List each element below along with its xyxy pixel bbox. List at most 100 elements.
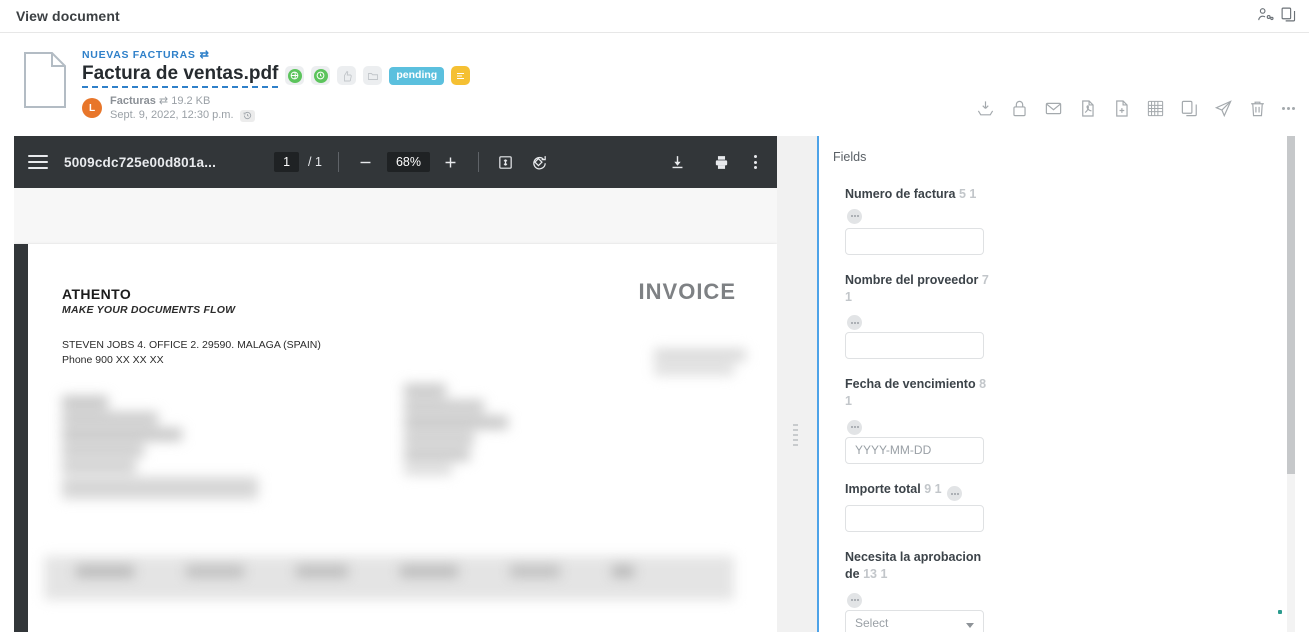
page-number-input[interactable]: 1 bbox=[274, 152, 299, 172]
clock-icon-dot bbox=[314, 69, 328, 83]
breadcrumb-label: NUEVAS FACTURAS bbox=[82, 49, 196, 62]
zoom-out-icon[interactable] bbox=[355, 151, 377, 173]
field-label-text: Importe total bbox=[845, 482, 921, 496]
download-icon[interactable] bbox=[976, 99, 995, 118]
swap-icon: ⇄ bbox=[200, 49, 210, 62]
fields-panel: Fields Numero de factura 5 1 Nombre del … bbox=[817, 136, 1309, 632]
resize-corner-indicator bbox=[1278, 610, 1282, 614]
swap-icon-2: ⇄ bbox=[159, 95, 168, 107]
field-input[interactable] bbox=[845, 505, 984, 532]
pdf-file-name: 5009cdc725e00d801a... bbox=[64, 155, 216, 170]
globe-icon-dot bbox=[288, 69, 302, 83]
lock-icon[interactable] bbox=[1010, 99, 1029, 118]
status-badge[interactable]: pending bbox=[389, 67, 444, 85]
group-label[interactable]: Facturas bbox=[110, 95, 156, 107]
document-toolbar bbox=[976, 99, 1295, 118]
panel-resize-handle[interactable] bbox=[777, 136, 817, 632]
more-vertical-icon[interactable] bbox=[754, 155, 757, 169]
copy-icon[interactable] bbox=[1180, 99, 1199, 118]
field-input[interactable] bbox=[845, 437, 984, 464]
field-nombre-del-proveedor: Nombre del proveedor 7 1 bbox=[833, 272, 1309, 360]
menu-icon[interactable] bbox=[28, 155, 48, 169]
document-title[interactable]: Factura de ventas.pdf bbox=[82, 63, 278, 88]
invoice-address-line1: STEVEN JOBS 4. OFFICE 2. 29590. MALAGA (… bbox=[62, 338, 321, 353]
page-title: View document bbox=[16, 8, 120, 24]
invoice-brand-name: ATHENTO bbox=[62, 286, 235, 302]
field-label: Numero de factura 5 1 bbox=[845, 186, 995, 224]
field-input[interactable] bbox=[845, 332, 984, 359]
thumbs-up-icon[interactable] bbox=[337, 66, 356, 85]
fields-panel-scrollbar[interactable] bbox=[1287, 136, 1295, 632]
page-total: / 1 bbox=[308, 155, 322, 169]
more-horizontal-icon[interactable] bbox=[1282, 107, 1295, 110]
page-separator: / bbox=[308, 155, 311, 169]
field-label-text: Nombre del proveedor bbox=[845, 273, 978, 287]
zoom-level[interactable]: 68% bbox=[387, 152, 430, 172]
invoice-heading: INVOICE bbox=[639, 279, 736, 305]
pdf-page: ATHENTO MAKE YOUR DOCUMENTS FLOW STEVEN … bbox=[14, 244, 777, 632]
print-icon[interactable] bbox=[710, 151, 732, 173]
divider-2 bbox=[478, 152, 479, 172]
fit-to-page-icon[interactable] bbox=[495, 151, 517, 173]
abacus-icon[interactable] bbox=[1146, 99, 1165, 118]
chevron-down-icon bbox=[966, 623, 974, 628]
field-necesita-la-aprobacion-de: Necesita la aprobacion de 13 1 Select bbox=[833, 549, 1309, 632]
rotate-icon[interactable] bbox=[529, 151, 551, 173]
clock-icon[interactable] bbox=[311, 66, 330, 85]
scrollbar-thumb[interactable] bbox=[1287, 136, 1295, 474]
globe-icon[interactable] bbox=[285, 66, 304, 85]
app-header: View document bbox=[0, 0, 1309, 33]
trash-icon[interactable] bbox=[1248, 99, 1267, 118]
breadcrumb[interactable]: NUEVAS FACTURAS ⇄ bbox=[82, 49, 1293, 62]
field-label: Fecha de vencimiento 8 1 bbox=[845, 376, 995, 410]
field-select-value: Select bbox=[855, 616, 888, 630]
invoice-brand: ATHENTO MAKE YOUR DOCUMENTS FLOW bbox=[62, 286, 235, 316]
field-index: 9 1 bbox=[924, 482, 941, 496]
user-settings-icon[interactable] bbox=[1257, 6, 1274, 23]
zoom-in-icon[interactable] bbox=[440, 151, 462, 173]
redacted-block-top-right bbox=[654, 349, 746, 375]
viewer-left-gutter bbox=[14, 244, 28, 632]
download-icon[interactable] bbox=[666, 151, 688, 173]
file-thumbnail-icon bbox=[22, 51, 68, 109]
redacted-table-cells bbox=[76, 566, 634, 577]
field-label: Nombre del proveedor 7 1 bbox=[845, 272, 995, 306]
history-icon[interactable] bbox=[240, 110, 255, 122]
document-title-row: Factura de ventas.pdf pending bbox=[82, 63, 1293, 88]
pdf-toolbar: 5009cdc725e00d801a... 1 / 1 68% bbox=[14, 136, 777, 188]
pdf-page-area[interactable]: ATHENTO MAKE YOUR DOCUMENTS FLOW STEVEN … bbox=[14, 188, 777, 632]
avatar[interactable]: L bbox=[82, 98, 102, 118]
ellipsis-icon[interactable] bbox=[947, 486, 962, 501]
ellipsis-icon[interactable] bbox=[847, 593, 862, 608]
resize-grip-icon bbox=[793, 424, 798, 446]
workspace: 5009cdc725e00d801a... 1 / 1 68% bbox=[0, 136, 1309, 632]
document-meta: NUEVAS FACTURAS ⇄ Factura de ventas.pdf bbox=[82, 47, 1293, 136]
field-label: Importe total 9 1 bbox=[845, 481, 995, 502]
field-input[interactable] bbox=[845, 228, 984, 255]
pdf-icon[interactable] bbox=[1078, 99, 1097, 118]
field-label: Necesita la aprobacion de 13 1 bbox=[845, 549, 995, 583]
divider bbox=[338, 152, 339, 172]
invoice-address-line2: Phone 900 XX XX XX bbox=[62, 353, 321, 368]
fields-panel-title: Fields bbox=[833, 150, 1309, 164]
header-actions bbox=[1257, 6, 1297, 23]
invoice-address: STEVEN JOBS 4. OFFICE 2. 29590. MALAGA (… bbox=[62, 338, 321, 368]
page-total-value: 1 bbox=[315, 155, 322, 169]
copy-icon[interactable] bbox=[1280, 6, 1297, 23]
field-label-text: Numero de factura bbox=[845, 187, 955, 201]
ellipsis-icon[interactable] bbox=[847, 209, 862, 224]
ellipsis-icon[interactable] bbox=[847, 420, 862, 435]
field-importe-total: Importe total 9 1 bbox=[833, 481, 1309, 533]
field-select[interactable]: Select bbox=[845, 610, 984, 632]
ellipsis-icon[interactable] bbox=[847, 315, 862, 330]
fields-body: Fields Numero de factura 5 1 Nombre del … bbox=[819, 136, 1309, 632]
page-top-strip bbox=[14, 188, 777, 244]
send-icon[interactable] bbox=[1214, 99, 1233, 118]
mail-icon[interactable] bbox=[1044, 99, 1063, 118]
list-icon[interactable] bbox=[451, 66, 470, 85]
subinfo-text: Facturas ⇄ 19.2 KB Sept. 9, 2022, 12:30 … bbox=[110, 94, 255, 122]
field-numero-de-factura: Numero de factura 5 1 bbox=[833, 186, 1309, 255]
document-info-bar: NUEVAS FACTURAS ⇄ Factura de ventas.pdf bbox=[0, 33, 1309, 136]
folder-icon[interactable] bbox=[363, 66, 382, 85]
add-file-icon[interactable] bbox=[1112, 99, 1131, 118]
